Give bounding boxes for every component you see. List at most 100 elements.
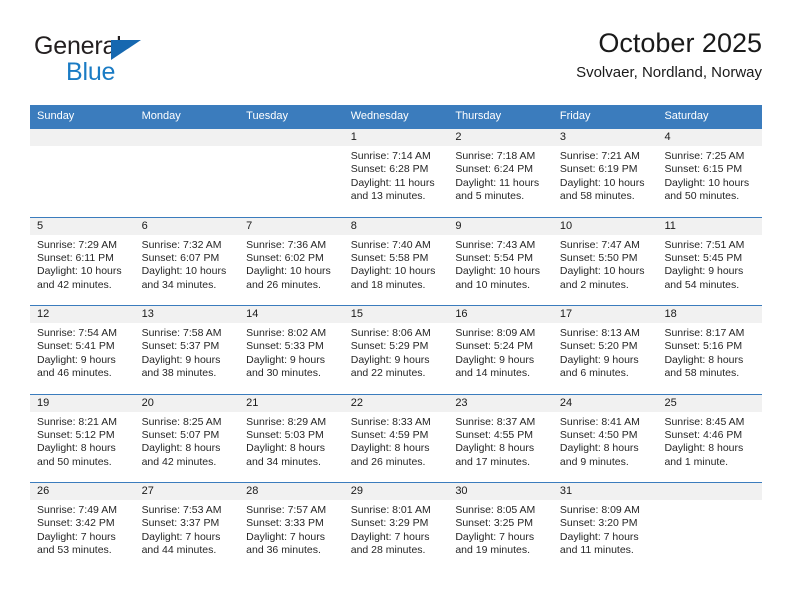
day-number: 14	[239, 306, 344, 323]
day-number: 27	[134, 483, 240, 500]
sunset-text: Sunset: 3:25 PM	[455, 517, 533, 530]
daylight-text-line2: and 6 minutes.	[559, 367, 629, 380]
daylight-text-line2: and 26 minutes.	[350, 455, 426, 468]
day-number	[239, 129, 344, 146]
day-info: Sunrise: 8:13 AM Sunset: 5:20 PM Dayligh…	[553, 323, 658, 381]
day-cell[interactable]: 13 Sunrise: 7:58 AM Sunset: 5:37 PM Dayl…	[134, 305, 240, 394]
day-info: Sunrise: 8:06 AM Sunset: 5:29 PM Dayligh…	[344, 323, 449, 381]
day-info: Sunrise: 7:47 AM Sunset: 5:50 PM Dayligh…	[553, 235, 658, 293]
calendar-grid: Sunday Monday Tuesday Wednesday Thursday…	[30, 105, 763, 572]
day-cell[interactable]: 9 Sunrise: 7:43 AM Sunset: 5:54 PM Dayli…	[448, 216, 553, 305]
day-cell[interactable]	[30, 128, 135, 217]
day-cell[interactable]: 8 Sunrise: 7:40 AM Sunset: 5:58 PM Dayli…	[343, 216, 449, 305]
title-block: October 2025 Svolvaer, Nordland, Norway	[576, 26, 762, 84]
daylight-text-line2: and 19 minutes.	[455, 544, 531, 557]
day-cell[interactable]: 20 Sunrise: 8:25 AM Sunset: 5:07 PM Dayl…	[134, 393, 240, 482]
daylight-text-line1: Daylight: 8 hours	[559, 442, 639, 455]
daylight-text-line2: and 13 minutes.	[350, 190, 426, 203]
daylight-text-line2: and 17 minutes.	[455, 455, 531, 468]
day-cell[interactable]: 3 Sunrise: 7:21 AM Sunset: 6:19 PM Dayli…	[552, 128, 658, 217]
sunrise-text: Sunrise: 7:49 AM	[37, 504, 117, 516]
sunset-text: Sunset: 5:37 PM	[141, 340, 220, 353]
day-cell[interactable]: 11 Sunrise: 7:51 AM Sunset: 5:45 PM Dayl…	[657, 216, 763, 305]
daylight-text-line1: Daylight: 10 hours	[37, 265, 122, 278]
sunset-text: Sunset: 4:59 PM	[350, 428, 429, 441]
day-info: Sunrise: 7:36 AM Sunset: 6:02 PM Dayligh…	[239, 235, 344, 293]
day-info: Sunrise: 8:01 AM Sunset: 3:29 PM Dayligh…	[344, 500, 449, 558]
day-cell[interactable]: 12 Sunrise: 7:54 AM Sunset: 5:41 PM Dayl…	[30, 305, 135, 394]
daylight-text-line2: and 28 minutes.	[350, 544, 426, 557]
day-cell[interactable]: 7 Sunrise: 7:36 AM Sunset: 6:02 PM Dayli…	[239, 216, 344, 305]
weekday-header-saturday: Saturday	[664, 110, 709, 122]
day-cell[interactable]: 2 Sunrise: 7:18 AM Sunset: 6:24 PM Dayli…	[448, 128, 553, 217]
day-info: Sunrise: 8:09 AM Sunset: 3:20 PM Dayligh…	[553, 500, 658, 558]
daylight-text-line1: Daylight: 10 hours	[246, 265, 331, 278]
triangle-logo-icon	[111, 40, 141, 60]
daylight-text-line2: and 54 minutes.	[664, 278, 740, 291]
sunset-text: Sunset: 4:46 PM	[664, 428, 743, 441]
day-cell[interactable]	[657, 482, 763, 572]
day-cell[interactable]: 23 Sunrise: 8:37 AM Sunset: 4:55 PM Dayl…	[448, 393, 553, 482]
day-cell[interactable]: 16 Sunrise: 8:09 AM Sunset: 5:24 PM Dayl…	[448, 305, 553, 394]
day-number: 25	[657, 394, 763, 412]
daylight-text-line2: and 1 minute.	[664, 455, 729, 468]
day-cell[interactable]	[134, 128, 240, 217]
day-number: 18	[657, 306, 763, 323]
daylight-text-line1: Daylight: 8 hours	[141, 442, 221, 455]
day-number: 19	[30, 394, 135, 412]
day-cell[interactable]: 31 Sunrise: 8:09 AM Sunset: 3:20 PM Dayl…	[552, 482, 658, 572]
sunset-text: Sunset: 6:02 PM	[246, 251, 324, 264]
day-cell[interactable]: 30 Sunrise: 8:05 AM Sunset: 3:25 PM Dayl…	[448, 482, 553, 572]
calendar-page: General Blue October 2025 Svolvaer, Nord…	[0, 0, 792, 612]
day-cell[interactable]: 4 Sunrise: 7:25 AM Sunset: 6:15 PM Dayli…	[657, 128, 763, 217]
sunrise-text: Sunrise: 8:29 AM	[246, 415, 327, 428]
day-cell[interactable]: 26 Sunrise: 7:49 AM Sunset: 3:42 PM Dayl…	[30, 482, 135, 572]
day-cell[interactable]: 19 Sunrise: 8:21 AM Sunset: 5:12 PM Dayl…	[30, 393, 135, 482]
sunset-text: Sunset: 5:29 PM	[350, 340, 429, 353]
daylight-text-line1: Daylight: 9 hours	[141, 353, 221, 366]
day-cell[interactable]: 10 Sunrise: 7:47 AM Sunset: 5:50 PM Dayl…	[552, 216, 658, 305]
week-row: 12 Sunrise: 7:54 AM Sunset: 5:41 PM Dayl…	[30, 305, 763, 394]
day-cell[interactable]: 5 Sunrise: 7:29 AM Sunset: 6:11 PM Dayli…	[30, 216, 135, 305]
brand-logo[interactable]: General Blue	[34, 32, 214, 88]
day-number: 3	[552, 129, 658, 146]
sunrise-text: Sunrise: 7:36 AM	[246, 238, 327, 251]
sunset-text: Sunset: 3:20 PM	[559, 517, 638, 530]
sunset-text: Sunset: 5:33 PM	[246, 340, 324, 353]
day-cell[interactable]: 21 Sunrise: 8:29 AM Sunset: 5:03 PM Dayl…	[239, 393, 344, 482]
daylight-text-line2: and 30 minutes.	[246, 367, 321, 380]
daylight-text-line2: and 46 minutes.	[37, 367, 112, 380]
daylight-text-line1: Daylight: 7 hours	[141, 530, 221, 543]
day-cell[interactable]: 15 Sunrise: 8:06 AM Sunset: 5:29 PM Dayl…	[343, 305, 449, 394]
sunset-text: Sunset: 5:45 PM	[664, 251, 743, 264]
day-cell[interactable]: 28 Sunrise: 7:57 AM Sunset: 3:33 PM Dayl…	[239, 482, 344, 572]
sunrise-text: Sunrise: 8:09 AM	[455, 327, 536, 339]
daylight-text-line2: and 38 minutes.	[141, 367, 217, 380]
brand-name-blue: Blue	[66, 58, 116, 86]
day-cell[interactable]: 22 Sunrise: 8:33 AM Sunset: 4:59 PM Dayl…	[343, 393, 449, 482]
sunrise-text: Sunrise: 7:14 AM	[350, 150, 431, 162]
day-info: Sunrise: 7:14 AM Sunset: 6:28 PM Dayligh…	[344, 146, 449, 204]
day-info: Sunrise: 8:37 AM Sunset: 4:55 PM Dayligh…	[448, 412, 553, 470]
day-cell[interactable]: 24 Sunrise: 8:41 AM Sunset: 4:50 PM Dayl…	[552, 393, 658, 482]
day-cell[interactable]: 6 Sunrise: 7:32 AM Sunset: 6:07 PM Dayli…	[134, 216, 240, 305]
day-number	[30, 129, 135, 146]
day-cell[interactable]: 25 Sunrise: 8:45 AM Sunset: 4:46 PM Dayl…	[657, 393, 763, 482]
day-number: 30	[448, 483, 553, 500]
day-number: 20	[134, 394, 240, 412]
sunrise-text: Sunrise: 8:37 AM	[455, 415, 536, 428]
day-cell[interactable]: 14 Sunrise: 8:02 AM Sunset: 5:33 PM Dayl…	[239, 305, 344, 394]
day-cell[interactable]: 29 Sunrise: 8:01 AM Sunset: 3:29 PM Dayl…	[343, 482, 449, 572]
day-cell[interactable]: 18 Sunrise: 8:17 AM Sunset: 5:16 PM Dayl…	[657, 305, 763, 394]
day-cell[interactable]	[239, 128, 344, 217]
day-info: Sunrise: 8:17 AM Sunset: 5:16 PM Dayligh…	[657, 323, 762, 381]
sunrise-text: Sunrise: 7:21 AM	[559, 150, 640, 162]
day-cell[interactable]: 27 Sunrise: 7:53 AM Sunset: 3:37 PM Dayl…	[134, 482, 240, 572]
daylight-text-line2: and 50 minutes.	[37, 455, 112, 468]
location-subtitle: Svolvaer, Nordland, Norway	[576, 64, 762, 81]
day-cell[interactable]: 1 Sunrise: 7:14 AM Sunset: 6:28 PM Dayli…	[343, 128, 449, 217]
day-cell[interactable]: 17 Sunrise: 8:13 AM Sunset: 5:20 PM Dayl…	[552, 305, 658, 394]
daylight-text-line2: and 44 minutes.	[141, 544, 217, 557]
daylight-text-line2: and 34 minutes.	[141, 278, 217, 291]
sunset-text: Sunset: 5:24 PM	[455, 340, 533, 353]
